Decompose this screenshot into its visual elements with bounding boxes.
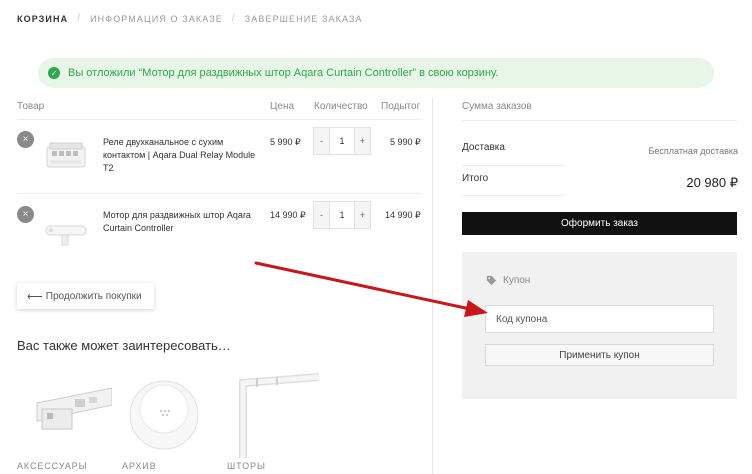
summary-title: Сумма заказов xyxy=(462,101,532,112)
product-price: 14 990 ₽ xyxy=(270,210,306,220)
quantity-input[interactable]: 1 xyxy=(329,128,355,154)
column-header-quantity: Количество xyxy=(314,101,368,112)
check-icon: ✓ xyxy=(48,67,60,79)
category-label-accessories[interactable]: Аксессуары xyxy=(17,461,87,471)
total-label: Итого xyxy=(462,173,489,184)
shipping-value: Бесплатная доставка xyxy=(648,146,738,156)
coupon-title: Купон xyxy=(503,275,531,286)
product-image-curtain-motor xyxy=(45,225,87,246)
category-label-archive[interactable]: Архив xyxy=(122,461,157,471)
table-row-divider xyxy=(17,119,421,120)
summary-divider xyxy=(462,195,564,196)
summary-divider xyxy=(462,120,737,121)
table-row-divider xyxy=(17,193,421,194)
column-header-product: Товар xyxy=(17,101,45,112)
category-label-curtains[interactable]: Шторы xyxy=(227,461,266,471)
total-value: 20 980 ₽ xyxy=(686,175,738,190)
continue-shopping-label: Продолжить покупки xyxy=(45,290,142,302)
summary-divider xyxy=(462,165,564,166)
quantity-increase-button[interactable]: + xyxy=(355,128,370,154)
coupon-code-input[interactable] xyxy=(485,305,714,333)
coupon-header: Купон xyxy=(486,275,530,286)
coupon-panel: Купон Применить купон xyxy=(462,252,737,399)
continue-shopping-button[interactable]: ⟵ Продолжить покупки xyxy=(17,283,154,309)
product-image-relay xyxy=(46,142,86,168)
quantity-stepper: - 1 + xyxy=(313,127,371,155)
breadcrumb-cart[interactable]: Корзина xyxy=(17,14,68,24)
column-divider xyxy=(432,98,433,474)
arrow-left-icon: ⟵ xyxy=(27,290,43,303)
shipping-label: Доставка xyxy=(462,142,505,153)
tag-icon xyxy=(486,275,497,286)
quantity-decrease-button[interactable]: - xyxy=(314,202,329,228)
column-header-subtotal: Подытог xyxy=(381,101,421,112)
product-price: 5 990 ₽ xyxy=(270,137,301,147)
apply-coupon-button[interactable]: Применить купон xyxy=(485,344,714,366)
remove-item-button[interactable]: × xyxy=(17,131,34,148)
notice-text: Вы отложили “Мотор для раздвижных штор A… xyxy=(68,67,499,79)
category-image-accessories[interactable] xyxy=(17,373,112,458)
related-section-title: Вас также может заинтересовать… xyxy=(17,338,231,353)
remove-item-button[interactable]: × xyxy=(17,206,34,223)
product-subtotal: 5 990 ₽ xyxy=(390,137,421,147)
breadcrumb-order-complete[interactable]: Завершение заказа xyxy=(245,14,363,24)
breadcrumb-separator: / xyxy=(231,13,236,24)
checkout-button[interactable]: Оформить заказ xyxy=(462,212,737,235)
quantity-decrease-button[interactable]: - xyxy=(314,128,329,154)
breadcrumb: Корзина / Информация о заказе / Завершен… xyxy=(17,13,363,24)
column-header-price: Цена xyxy=(270,101,295,112)
category-image-archive[interactable] xyxy=(122,373,217,458)
breadcrumb-order-info[interactable]: Информация о заказе xyxy=(90,14,223,24)
product-name-link[interactable]: Мотор для раздвижных штор Aqara Curtain … xyxy=(103,209,258,235)
product-subtotal: 14 990 ₽ xyxy=(385,210,421,220)
quantity-increase-button[interactable]: + xyxy=(355,202,370,228)
quantity-stepper: - 1 + xyxy=(313,201,371,229)
added-to-cart-notice: ✓ Вы отложили “Мотор для раздвижных штор… xyxy=(38,58,714,88)
breadcrumb-separator: / xyxy=(77,13,82,24)
category-image-curtains[interactable] xyxy=(227,373,322,458)
product-name-link[interactable]: Реле двухканальное с сухим контактом | A… xyxy=(103,136,258,175)
quantity-input[interactable]: 1 xyxy=(329,202,355,228)
